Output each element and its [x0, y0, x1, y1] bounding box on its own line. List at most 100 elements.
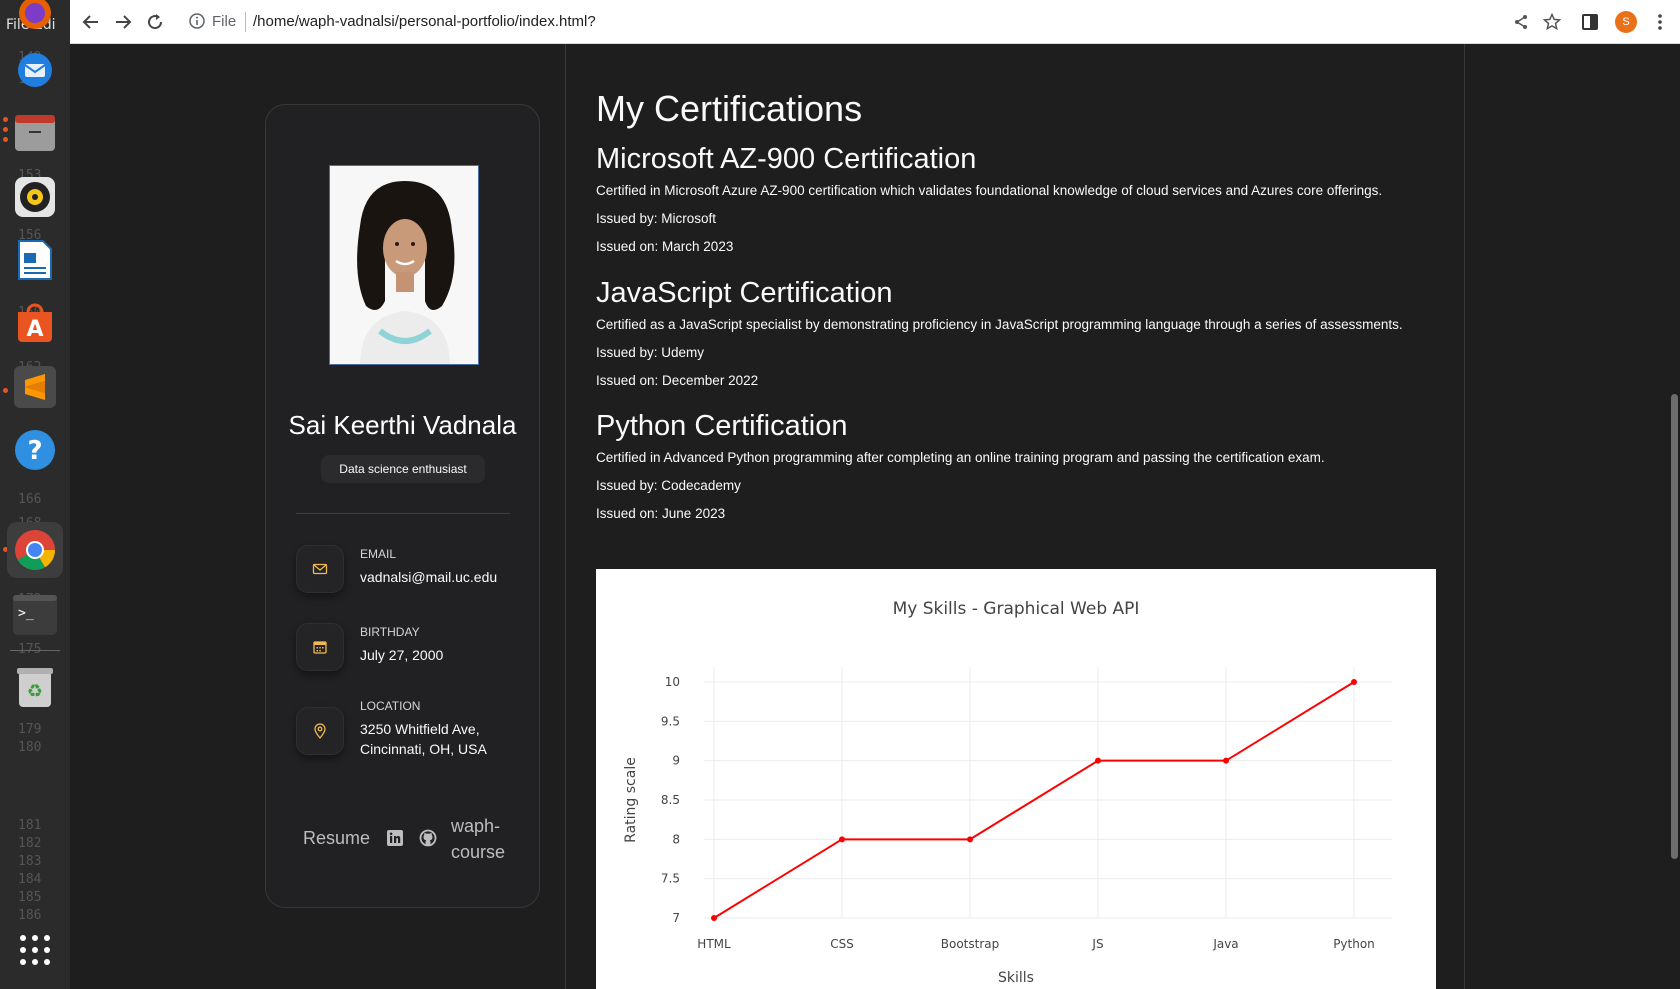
- address-bar[interactable]: /home/waph-vadnalsi/personal-portfolio/i…: [253, 13, 596, 30]
- help-icon[interactable]: ?: [10, 425, 60, 475]
- line-number: 182: [18, 836, 42, 851]
- forward-arrow-icon: [116, 15, 132, 29]
- contact-birthday-label: BIRTHDAY: [360, 625, 420, 639]
- line-number: 181: [18, 818, 42, 833]
- certifications-panel: My Certifications Microsoft AZ-900 Certi…: [565, 44, 1465, 989]
- back-button[interactable]: [79, 10, 103, 34]
- writer-icon[interactable]: [10, 235, 60, 285]
- svg-text:?: ?: [27, 436, 42, 466]
- line-number: 184: [18, 872, 42, 887]
- contact-birthday-value: July 27, 2000: [360, 647, 444, 663]
- contact-location-label: LOCATION: [360, 699, 421, 713]
- waph-course-link[interactable]: waph-course: [451, 813, 511, 865]
- contact-location-value: 3250 Whitfield Ave, Cincinnati, OH, USA: [360, 721, 487, 757]
- files-icon[interactable]: [10, 108, 60, 158]
- line-number: 166: [18, 492, 42, 507]
- y-tick-label: 7: [672, 911, 680, 925]
- y-tick-label: 10: [665, 675, 680, 689]
- line-number: 186: [18, 908, 42, 923]
- sublime-text-icon[interactable]: [10, 362, 60, 412]
- x-tick-label: JS: [1091, 937, 1103, 951]
- sidebar-separator: [296, 513, 510, 514]
- x-tick-label: CSS: [830, 937, 854, 951]
- y-axis-label: Rating scale: [623, 757, 639, 843]
- calendar-icon: [296, 623, 344, 671]
- line-number: 183: [18, 854, 42, 869]
- page-scrollbar[interactable]: [1669, 44, 1680, 989]
- cert-title-javascript: JavaScript Certification: [596, 277, 893, 309]
- back-arrow-icon: [82, 15, 98, 29]
- scrollbar-thumb[interactable]: [1671, 394, 1678, 859]
- profile-photo: [329, 165, 479, 365]
- chrome-icon[interactable]: [7, 522, 63, 578]
- cert-date-python: Issued on: June 2023: [596, 506, 726, 521]
- y-tick-label: 8.5: [661, 793, 680, 807]
- ubuntu-dock: 1491501531561571601621641661681721751771…: [0, 0, 70, 989]
- file-scheme-label: File: [212, 13, 237, 30]
- show-apps-icon[interactable]: [10, 925, 60, 975]
- app-center-icon[interactable]: A: [10, 298, 60, 348]
- line-number: 180: [18, 740, 42, 755]
- x-axis-label: Skills: [998, 970, 1034, 986]
- svg-text:>_: >_: [18, 606, 34, 621]
- mail-icon: [296, 545, 344, 593]
- line-number: 179: [18, 722, 42, 737]
- data-point: [1351, 679, 1357, 685]
- location-icon: [296, 707, 344, 755]
- y-tick-label: 9: [672, 754, 680, 768]
- data-point: [1223, 757, 1229, 764]
- profile-title-badge: Data science enthusiast: [321, 455, 485, 483]
- forward-button[interactable]: [111, 10, 135, 34]
- thunderbird-icon[interactable]: [10, 45, 60, 95]
- cert-desc-python: Certified in Advanced Python programming…: [596, 450, 1325, 465]
- chart-title: My Skills - Graphical Web API: [893, 599, 1140, 619]
- contact-email-link[interactable]: vadnalsi@mail.uc.edu: [360, 567, 530, 587]
- page-viewport: Sai Keerthi Vadnala Data science enthusi…: [70, 44, 1680, 989]
- cert-title-az900: Microsoft AZ-900 Certification: [596, 143, 977, 175]
- rhythmbox-icon[interactable]: [10, 172, 60, 222]
- reload-button[interactable]: [143, 10, 167, 34]
- github-icon[interactable]: [419, 828, 437, 854]
- cert-desc-javascript: Certified as a JavaScript specialist by …: [596, 317, 1403, 332]
- contact-email-label: EMAIL: [360, 547, 397, 561]
- svg-text:A: A: [26, 317, 43, 342]
- trash-icon[interactable]: ♻: [10, 662, 60, 712]
- kebab-menu-icon[interactable]: [1649, 11, 1671, 33]
- data-point: [711, 915, 717, 921]
- linkedin-icon[interactable]: [386, 828, 404, 854]
- data-point: [1095, 757, 1101, 764]
- cert-issuer-javascript: Issued by: Udemy: [596, 345, 705, 360]
- x-tick-label: HTML: [697, 937, 731, 951]
- y-tick-label: 9.5: [661, 714, 680, 728]
- page-title: My Certifications: [596, 88, 863, 129]
- browser-toolbar: File /home/waph-vadnalsi/personal-portfo…: [70, 0, 1680, 44]
- profile-name: Sai Keerthi Vadnala: [288, 410, 517, 440]
- y-tick-label: 8: [672, 832, 680, 846]
- x-tick-label: Python: [1333, 937, 1375, 951]
- cert-date-az900: Issued on: March 2023: [596, 239, 734, 254]
- x-tick-label: Bootstrap: [941, 937, 999, 951]
- svg-text:♻: ♻: [27, 681, 43, 702]
- reload-icon: [148, 14, 163, 30]
- resume-link[interactable]: Resume: [303, 825, 370, 851]
- cert-issuer-python: Issued by: Codecademy: [596, 478, 741, 493]
- profile-sidebar: Sai Keerthi Vadnala Data science enthusi…: [265, 104, 540, 908]
- firefox-icon[interactable]: [10, 0, 60, 38]
- cert-date-javascript: Issued on: December 2022: [596, 373, 759, 388]
- profile-avatar[interactable]: S: [1615, 11, 1637, 33]
- data-point: [839, 836, 845, 843]
- data-point: [967, 836, 973, 843]
- cert-title-python: Python Certification: [596, 410, 848, 442]
- bookmark-star-icon[interactable]: [1541, 11, 1563, 33]
- terminal-icon[interactable]: >_: [10, 590, 60, 640]
- y-tick-label: 7.5: [661, 872, 680, 886]
- line-number: 185: [18, 890, 42, 905]
- skills-line-chart[interactable]: My Skills - Graphical Web API 7 7.5 8 8.5 9 9.…: [596, 569, 1436, 989]
- side-panel-icon[interactable]: [1579, 11, 1601, 33]
- info-icon[interactable]: [188, 12, 206, 30]
- cert-desc-az900: Certified in Microsoft Azure AZ-900 cert…: [596, 183, 1383, 198]
- skills-chart[interactable]: My Skills - Graphical Web API 7 7.5 8 8.5 9 9.…: [596, 569, 1436, 989]
- x-tick-label: Java: [1212, 937, 1238, 951]
- cert-issuer-az900: Issued by: Microsoft: [596, 211, 717, 226]
- share-icon[interactable]: [1510, 11, 1532, 33]
